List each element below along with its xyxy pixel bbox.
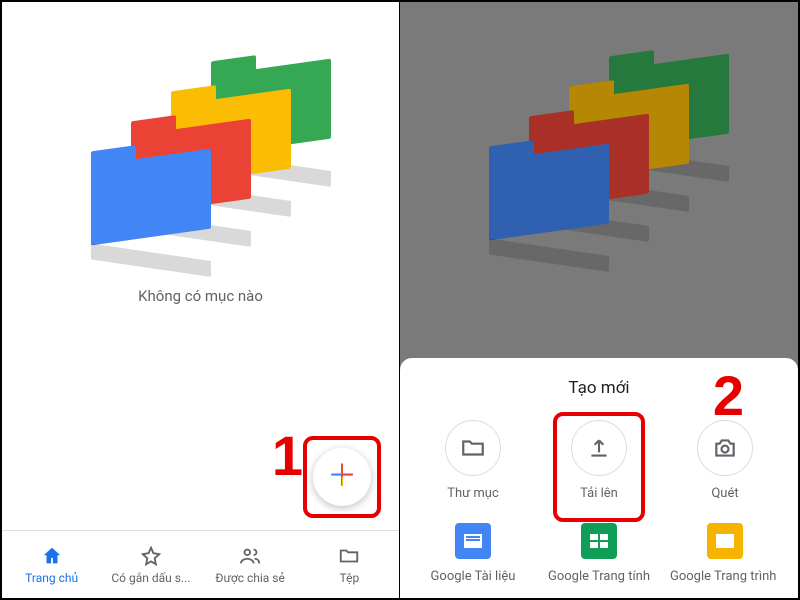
home-icon — [41, 545, 63, 567]
nav-shared[interactable]: Được chia sẻ — [201, 531, 300, 598]
nav-starred-label: Có gắn dấu s... — [111, 571, 190, 585]
empty-state-text: Không có mục nào — [2, 287, 399, 305]
action-google-docs[interactable]: Google Tài liệu — [410, 523, 536, 584]
camera-icon — [697, 420, 753, 476]
nav-shared-label: Được chia sẻ — [215, 571, 284, 585]
google-slides-icon — [707, 523, 743, 559]
annotation-number-1: 1 — [272, 423, 303, 488]
action-folder-label: Thư mục — [447, 486, 499, 501]
people-icon — [239, 545, 261, 567]
action-folder[interactable]: Thư mục — [410, 420, 536, 501]
action-scan[interactable]: Quét — [662, 420, 788, 501]
nav-home-label: Trang chủ — [25, 571, 78, 585]
bottom-nav: Trang chủ Có gắn dấu s... Được chia sẻ T… — [2, 530, 399, 598]
nav-home[interactable]: Trang chủ — [2, 531, 101, 598]
dimmed-background-illustration — [479, 52, 719, 252]
action-google-slides[interactable]: Google Trang trình bày — [662, 523, 788, 584]
action-scan-label: Quét — [711, 486, 738, 501]
empty-state-illustration — [81, 57, 321, 257]
annotation-number-2: 2 — [713, 363, 744, 428]
google-sheets-icon — [581, 523, 617, 559]
nav-files-label: Tệp — [340, 571, 360, 585]
action-docs-label: Google Tài liệu — [431, 569, 516, 584]
star-icon — [140, 545, 162, 567]
folder-outline-icon — [445, 420, 501, 476]
action-google-sheets[interactable]: Google Trang tính — [536, 523, 662, 584]
annotation-highlight-2 — [553, 412, 645, 522]
action-sheets-label: Google Trang tính — [548, 569, 650, 584]
google-docs-icon — [455, 523, 491, 559]
nav-starred[interactable]: Có gắn dấu s... — [101, 531, 200, 598]
action-slides-label: Google Trang trình bày — [670, 569, 780, 584]
nav-files[interactable]: Tệp — [300, 531, 399, 598]
create-bottom-sheet: Tạo mới 2 Thư mục Tải lên — [400, 358, 798, 598]
screenshot-step-1: Không có mục nào 1 ＋ Trang chủ Có gắn dấ… — [2, 2, 400, 598]
screenshot-step-2: Tạo mới 2 Thư mục Tải lên — [400, 2, 798, 598]
plus-icon: ＋ — [327, 462, 357, 492]
fab-create-button[interactable]: ＋ — [313, 448, 371, 506]
folder-icon — [338, 545, 360, 567]
